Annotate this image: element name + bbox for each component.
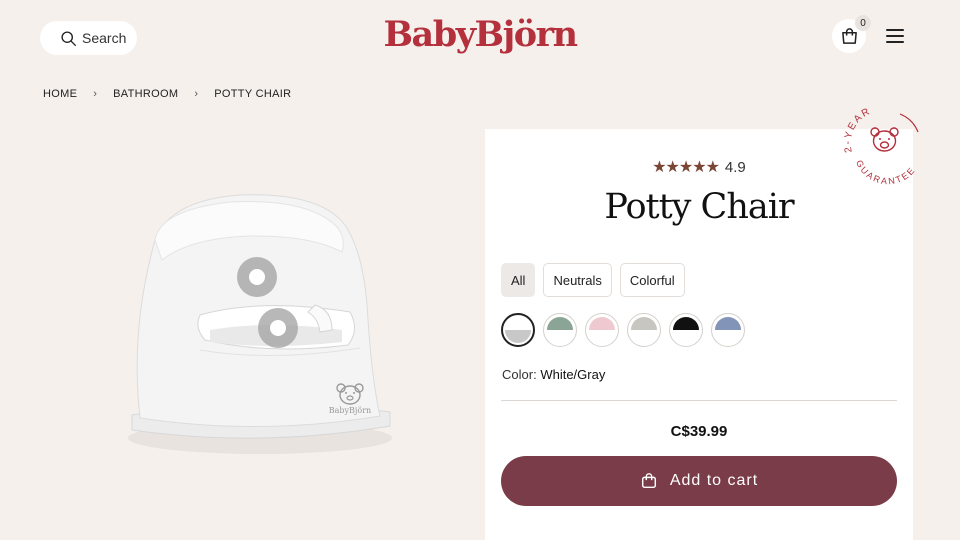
- divider: [501, 400, 897, 401]
- bear-icon: [336, 383, 364, 405]
- swatch-gray[interactable]: [627, 313, 661, 347]
- image-hotspot[interactable]: [258, 308, 298, 348]
- color-label: Color:: [502, 367, 537, 382]
- swatch-green[interactable]: [543, 313, 577, 347]
- swatch-white-gray[interactable]: [501, 313, 535, 347]
- svg-text:GUARANTEE: GUARANTEE: [854, 158, 918, 186]
- breadcrumb-home[interactable]: HOME: [43, 88, 77, 100]
- selected-color: Color: White/Gray: [502, 367, 605, 382]
- product-title: Potty Chair: [604, 187, 794, 227]
- svg-text:2-YEAR: 2-YEAR: [843, 106, 874, 154]
- filter-neutrals[interactable]: Neutrals: [543, 263, 612, 297]
- swatch-pink[interactable]: [585, 313, 619, 347]
- swatch-blue[interactable]: [711, 313, 745, 347]
- breadcrumb-current: POTTY CHAIR: [214, 88, 292, 100]
- add-to-cart-label: Add to cart: [669, 472, 759, 489]
- rating-value: 4.9: [724, 158, 746, 176]
- filter-colorful[interactable]: Colorful: [619, 263, 685, 297]
- color-swatches: [501, 313, 745, 347]
- guarantee-top-text: 2-YEAR: [843, 106, 872, 154]
- product-price: C$39.99: [670, 423, 728, 440]
- shopping-bag-icon: [641, 473, 656, 489]
- breadcrumb-bathroom[interactable]: BATHROOM: [113, 88, 178, 100]
- shopping-bag-icon: [841, 27, 857, 44]
- color-filter-group: All Neutrals Colorful: [501, 263, 685, 297]
- filter-all[interactable]: All: [501, 263, 536, 297]
- image-brand-mark: BabyBjörn: [328, 382, 372, 415]
- rating-stars-icon: ★★★★★: [652, 159, 720, 176]
- color-value: White/Gray: [540, 367, 606, 382]
- cart-count-badge: 0: [855, 15, 871, 31]
- image-hotspot[interactable]: [237, 257, 277, 297]
- chevron-right-icon: ›: [93, 88, 98, 100]
- brand-logo[interactable]: BabyBjörn: [0, 14, 960, 55]
- product-image: BabyBjörn: [110, 180, 410, 480]
- swatch-black[interactable]: [669, 313, 703, 347]
- breadcrumb: HOME › BATHROOM › POTTY CHAIR: [43, 88, 291, 100]
- chevron-right-icon: ›: [194, 88, 199, 100]
- cart-button[interactable]: 0: [832, 15, 871, 53]
- hamburger-menu-icon[interactable]: [886, 29, 904, 45]
- product-info-card: ★★★★★ 4.9 Potty Chair All Neutrals Color…: [485, 129, 913, 540]
- guarantee-bottom-text: GUARANTEE: [854, 158, 916, 186]
- guarantee-badge: 2-YEAR GUARANTEE: [843, 106, 919, 186]
- image-logo-text: BabyBjörn: [328, 406, 372, 415]
- add-to-cart-button[interactable]: Add to cart: [501, 456, 897, 506]
- bear-icon: [870, 127, 899, 152]
